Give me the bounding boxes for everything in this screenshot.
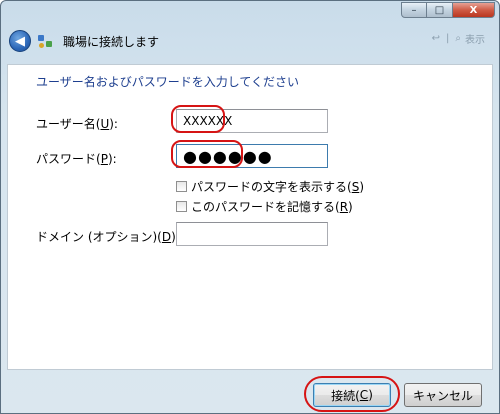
form-panel: ユーザー名およびパスワードを入力してください ユーザー名(U): XXXXXX … [7, 64, 493, 370]
cancel-button[interactable]: キャンセル [404, 383, 482, 407]
remember-password-label: このパスワードを記憶する(R) [191, 200, 353, 214]
show-password-label: パスワードの文字を表示する(S) [191, 180, 364, 194]
dialog-title: 職場に接続します [63, 34, 160, 49]
username-highlight [171, 105, 225, 133]
connect-highlight [304, 376, 400, 412]
domain-field[interactable] [176, 222, 328, 246]
back-arrow-icon: ◀ [15, 33, 25, 49]
caption-buttons: – □ X [401, 2, 495, 18]
password-highlight [171, 140, 243, 168]
remember-password-checkbox[interactable] [176, 201, 187, 212]
password-label: パスワード(P): [36, 152, 117, 166]
divider: | [446, 33, 450, 44]
connect-dialog-window: – □ X ◀ 職場に接続します ↩ | ⌕ 表示 ユーザー名およびパスワードを… [0, 0, 500, 414]
instruction-text: ユーザー名およびパスワードを入力してください [36, 75, 300, 89]
network-icon [37, 33, 53, 49]
show-password-option[interactable]: パスワードの文字を表示する(S) [176, 178, 364, 195]
domain-label: ドメイン (オプション)(D): [36, 230, 180, 244]
minimize-button[interactable]: – [401, 2, 427, 18]
show-password-checkbox[interactable] [176, 181, 187, 192]
navigation-bar: ◀ 職場に接続します ↩ | ⌕ 表示 [9, 27, 491, 55]
remember-password-option[interactable]: このパスワードを記憶する(R) [176, 198, 353, 215]
username-label: ユーザー名(U): [36, 117, 118, 131]
nav-hint-text: 表示 [465, 35, 485, 46]
search-icon: ⌕ [455, 33, 461, 44]
back-button[interactable]: ◀ [9, 30, 31, 52]
maximize-button[interactable]: □ [427, 2, 453, 18]
arrow-icon: ↩ [431, 33, 441, 44]
nav-right-hint: ↩ | ⌕ 表示 [432, 31, 485, 46]
close-button[interactable]: X [453, 2, 495, 18]
